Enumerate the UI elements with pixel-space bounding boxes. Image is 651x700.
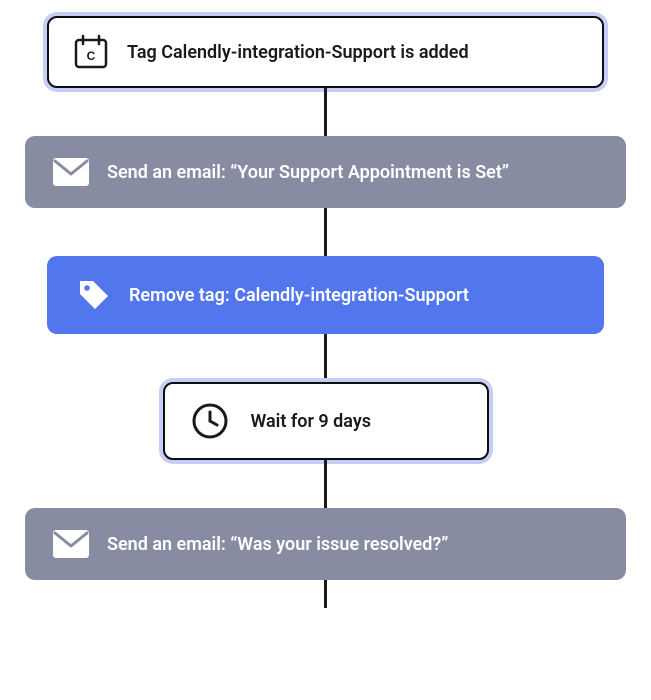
remove-tag-node[interactable]: Remove tag: Calendly-integration-Support bbox=[47, 256, 604, 334]
email-text-2: Send an email: “Was your issue resolved?… bbox=[107, 534, 448, 555]
trigger-text: Tag Calendly-integration-Support is adde… bbox=[127, 42, 469, 63]
automation-flow: C Tag Calendly-integration-Support is ad… bbox=[0, 0, 651, 608]
email-text-1: Send an email: “Your Support Appointment… bbox=[107, 162, 509, 183]
clock-icon bbox=[191, 402, 229, 440]
connector bbox=[324, 208, 327, 256]
connector bbox=[324, 460, 327, 508]
wait-text: Wait for 9 days bbox=[251, 411, 372, 432]
email-icon bbox=[53, 530, 89, 558]
send-email-node-1[interactable]: Send an email: “Your Support Appointment… bbox=[25, 136, 626, 208]
connector bbox=[324, 580, 327, 608]
trigger-node[interactable]: C Tag Calendly-integration-Support is ad… bbox=[47, 16, 604, 88]
calendar-icon: C bbox=[73, 34, 109, 70]
remove-tag-text: Remove tag: Calendly-integration-Support bbox=[129, 285, 469, 306]
send-email-node-2[interactable]: Send an email: “Was your issue resolved?… bbox=[25, 508, 626, 580]
connector bbox=[324, 88, 327, 136]
email-icon bbox=[53, 158, 89, 186]
wait-node[interactable]: Wait for 9 days bbox=[163, 382, 489, 460]
connector bbox=[324, 334, 327, 382]
tag-icon bbox=[77, 278, 111, 312]
svg-text:C: C bbox=[87, 49, 96, 63]
